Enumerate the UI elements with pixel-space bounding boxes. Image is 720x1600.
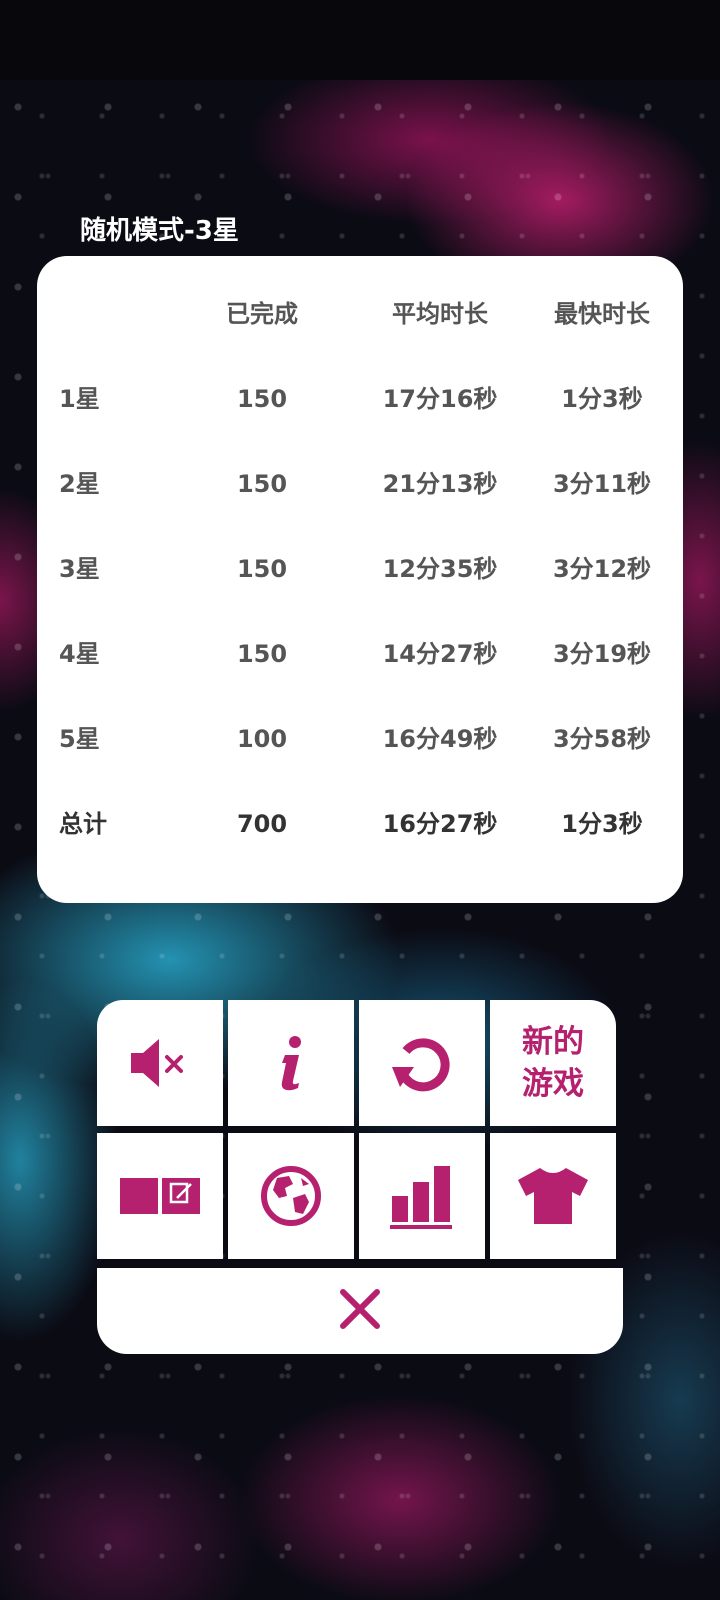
mute-button[interactable]: [97, 1000, 223, 1126]
row-label: 2星: [59, 470, 100, 498]
restart-icon: [390, 1031, 454, 1095]
mode-title: 随机模式-3星: [80, 216, 239, 246]
row-average: 21分13秒: [382, 470, 498, 498]
info-icon: [271, 1033, 311, 1093]
row-average: 14分27秒: [382, 640, 498, 668]
row-label: 3星: [59, 555, 100, 583]
total-label: 总计: [59, 810, 107, 838]
row-label: 4星: [59, 640, 100, 668]
row-best: 3分19秒: [552, 640, 652, 668]
language-button[interactable]: [228, 1133, 354, 1259]
row-label: 1星: [59, 385, 100, 413]
row-completed: 150: [236, 385, 288, 413]
total-completed: 700: [236, 810, 288, 838]
new-game-button[interactable]: 新的游戏: [490, 1000, 616, 1126]
header-average-time: 平均时长: [392, 300, 488, 328]
row-completed: 150: [236, 555, 288, 583]
notes-button[interactable]: [97, 1133, 223, 1259]
row-best: 3分58秒: [552, 725, 652, 753]
close-button[interactable]: [97, 1268, 623, 1354]
new-game-label: 新的游戏: [522, 1024, 584, 1102]
row-average: 12分35秒: [382, 555, 498, 583]
row-best: 3分11秒: [552, 470, 652, 498]
action-menu: 新的游戏: [97, 1000, 623, 1354]
header-completed: 已完成: [226, 300, 298, 328]
info-button[interactable]: [228, 1000, 354, 1126]
shirt-icon: [516, 1166, 590, 1226]
theme-button[interactable]: [490, 1133, 616, 1259]
row-completed: 100: [236, 725, 288, 753]
stats-icon: [388, 1162, 456, 1230]
header-fastest-time: 最快时长: [554, 300, 650, 328]
row-best: 1分3秒: [561, 385, 643, 413]
row-completed: 150: [236, 640, 288, 668]
stats-table: 已完成 平均时长 最快时长 1星 150 17分16秒 1分3秒 2星 150 …: [37, 256, 683, 903]
total-average: 16分27秒: [382, 810, 498, 838]
statistics-button[interactable]: [359, 1133, 485, 1259]
restart-button[interactable]: [359, 1000, 485, 1126]
notes-icon: [119, 1176, 201, 1216]
close-icon: [339, 1288, 381, 1334]
globe-icon: [259, 1164, 323, 1228]
row-completed: 150: [236, 470, 288, 498]
mute-icon: [127, 1033, 193, 1093]
row-average: 16分49秒: [382, 725, 498, 753]
row-label: 5星: [59, 725, 100, 753]
row-average: 17分16秒: [382, 385, 498, 413]
row-best: 3分12秒: [552, 555, 652, 583]
total-best: 1分3秒: [561, 810, 643, 838]
